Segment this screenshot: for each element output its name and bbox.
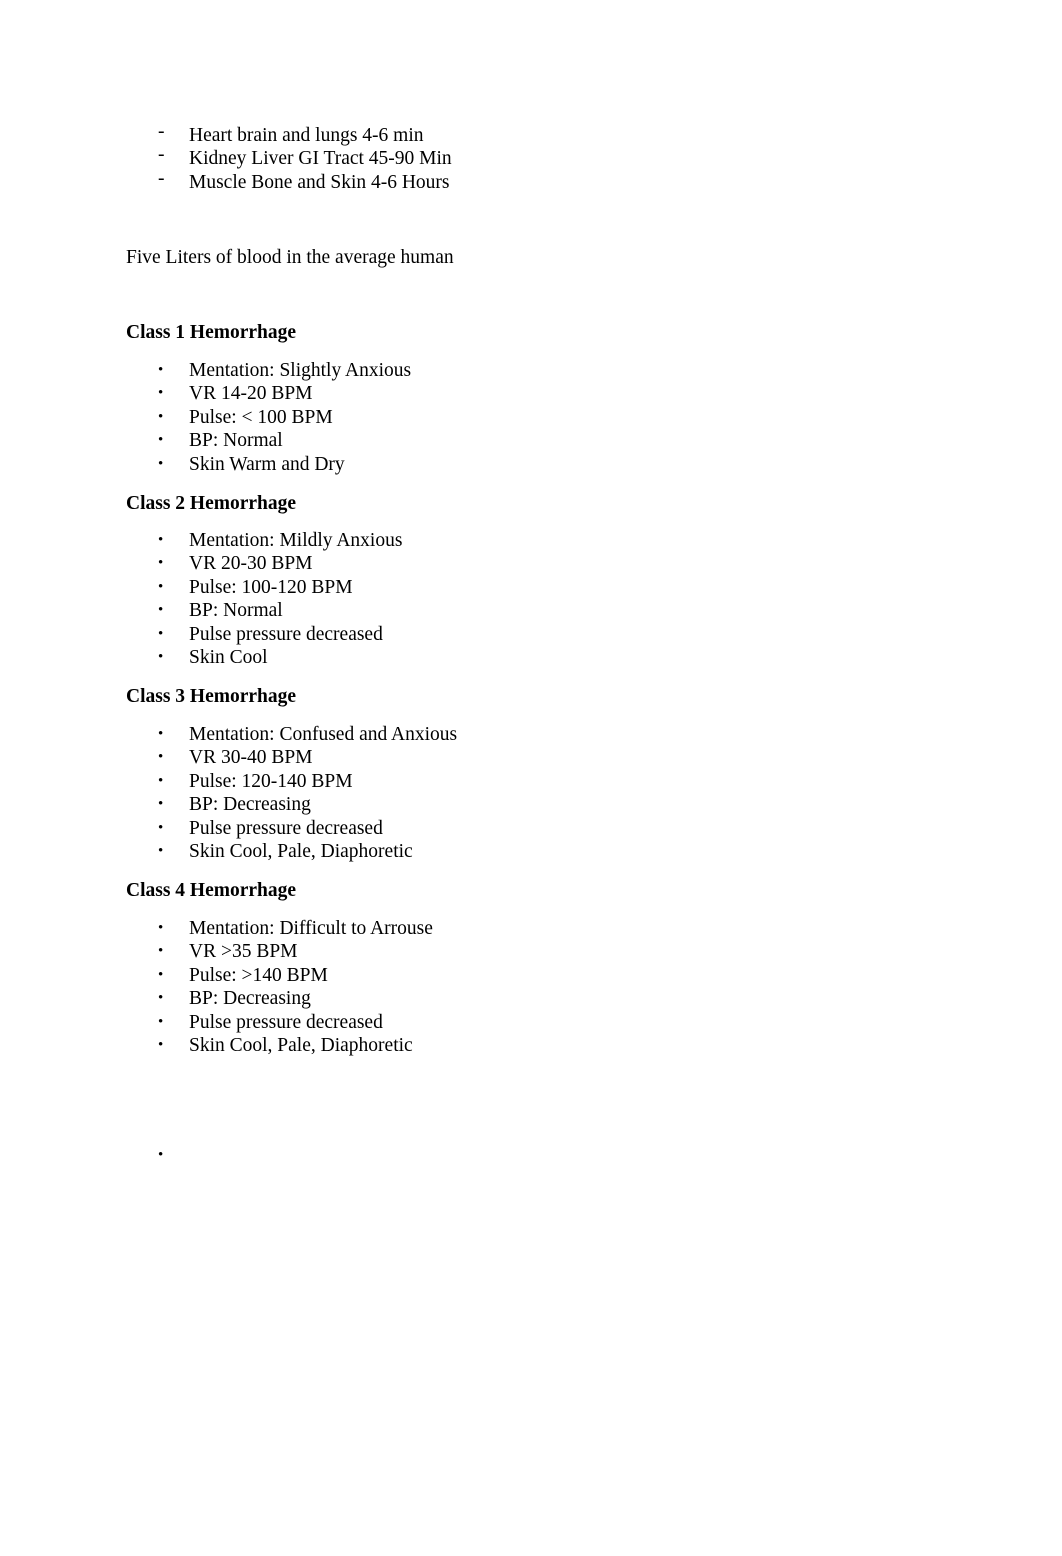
list-item-label: BP: Decreasing: [189, 794, 311, 816]
bullet-icon: •: [158, 772, 164, 789]
dash-bullet-icon: -: [158, 167, 165, 189]
list-item-label: Skin Cool, Pale, Diaphoretic: [189, 1034, 413, 1056]
class-2-list: • Mentation: Mildly Anxious • VR 20-30 BPM •…: [126, 531, 402, 671]
bullet-icon: •: [158, 648, 164, 665]
list-item: • VR 20-30 BPM: [126, 554, 402, 577]
list-item-label: Pulse pressure decreased: [189, 817, 383, 839]
bullet-icon: •: [158, 555, 164, 572]
class-1-list: • Mentation: Slightly Anxious • VR 14-20 BP…: [126, 361, 411, 478]
list-item: • BP: Normal: [126, 431, 411, 454]
list-item: • Skin Cool, Pale, Diaphoretic: [126, 842, 457, 865]
list-item-label: BP: Normal: [189, 430, 283, 452]
document-page: - Heart brain and lungs 4-6 min - Kidney Li…: [0, 0, 1062, 1556]
bullet-icon: •: [158, 749, 164, 766]
list-item-label: Mentation: Slightly Anxious: [189, 360, 412, 381]
list-item: • Skin Cool: [126, 648, 402, 671]
list-item-label: VR 14-20 BPM: [189, 383, 313, 405]
list-item: - Muscle Bone and Skin 4-6 Hours: [126, 169, 452, 196]
list-item-label: Mentation: Difficult to Arrouse: [189, 918, 433, 939]
bullet-icon: •: [158, 385, 164, 402]
bullet-icon: •: [158, 578, 164, 595]
list-item: - Heart brain and lungs 4-6 min: [126, 122, 452, 149]
list-item-label: VR 30-40 BPM: [189, 747, 313, 769]
list-item: • Skin Cool, Pale, Diaphoretic: [126, 1036, 433, 1059]
bullet-icon: •: [158, 796, 164, 813]
list-item: • VR 14-20 BPM: [126, 384, 411, 407]
list-item: • Skin Warm and Dry: [126, 455, 411, 478]
list-item-label: BP: Normal: [189, 600, 283, 622]
perfusion-time-list: - Heart brain and lungs 4-6 min - Kidney Li…: [126, 122, 452, 196]
list-item-label: VR >35 BPM: [189, 941, 298, 963]
list-item-label: Pulse pressure decreased: [189, 623, 383, 645]
list-item: • Pulse pressure decreased: [126, 819, 457, 842]
bullet-icon: •: [158, 920, 164, 936]
bullet-icon: •: [158, 990, 164, 1007]
list-item: • Mentation: Slightly Anxious: [126, 361, 411, 384]
list-item-label: Pulse: 120-140 BPM: [189, 770, 353, 792]
list-item-label: Pulse: 100-120 BPM: [189, 576, 353, 598]
class-4-heading: Class 4 Hemorrhage: [126, 880, 297, 901]
list-item-label: Skin Cool: [189, 646, 268, 668]
class-3-heading: Class 3 Hemorrhage: [126, 686, 297, 707]
list-item: • Pulse pressure decreased: [126, 1013, 433, 1036]
bullet-icon: •: [158, 966, 164, 983]
bullet-icon: •: [158, 1147, 164, 1163]
class-1-heading: Class 1 Hemorrhage: [126, 322, 297, 343]
list-item: • Pulse: >140 BPM: [126, 966, 433, 989]
bullet-icon: •: [158, 602, 164, 619]
list-item-label: Heart brain and lungs 4-6 min: [189, 125, 424, 146]
list-item-label: Skin Warm and Dry: [189, 453, 345, 475]
list-item: • Mentation: Mildly Anxious: [126, 531, 402, 554]
list-item: • Pulse: 120-140 BPM: [126, 772, 457, 795]
list-item: - Kidney Liver GI Tract 45-90 Min: [126, 145, 452, 172]
list-item: • Pulse pressure decreased: [126, 625, 402, 648]
list-item: • VR 30-40 BPM: [126, 748, 457, 771]
list-item-label: Kidney Liver GI Tract 45-90 Min: [189, 148, 452, 170]
list-item-label: Pulse pressure decreased: [189, 1011, 383, 1033]
dash-bullet-icon: -: [158, 121, 165, 142]
class-4-list: • Mentation: Difficult to Arrouse • VR >35 …: [126, 919, 433, 1059]
list-item-label: Pulse: >140 BPM: [189, 964, 328, 986]
bullet-icon: •: [158, 943, 164, 960]
list-item: • VR >35 BPM: [126, 942, 433, 965]
list-item: • Mentation: Confused and Anxious: [126, 725, 457, 748]
list-item: • BP: Normal: [126, 601, 402, 624]
list-item: • Pulse: 100-120 BPM: [126, 578, 402, 601]
list-item: • Mentation: Difficult to Arrouse: [126, 919, 433, 942]
list-item-label: VR 20-30 BPM: [189, 553, 313, 575]
list-item-label: Pulse: < 100 BPM: [189, 406, 333, 428]
class-2-heading: Class 2 Hemorrhage: [126, 493, 297, 514]
list-item: • Pulse: < 100 BPM: [126, 408, 411, 431]
list-item: • BP: Decreasing: [126, 989, 433, 1012]
class-3-list: • Mentation: Confused and Anxious • VR 30-4…: [126, 725, 457, 865]
list-item-label: Mentation: Confused and Anxious: [189, 724, 458, 745]
list-item-label: BP: Decreasing: [189, 988, 311, 1010]
bullet-icon: •: [158, 432, 164, 449]
bullet-icon: •: [158, 532, 164, 548]
bullet-icon: •: [158, 1013, 164, 1030]
bullet-icon: •: [158, 726, 164, 742]
list-item-label: Mentation: Mildly Anxious: [189, 530, 403, 551]
bullet-icon: •: [158, 362, 164, 378]
blood-volume-note: Five Liters of blood in the average huma…: [126, 247, 454, 268]
list-item: • BP: Decreasing: [126, 795, 457, 818]
dash-bullet-icon: -: [158, 144, 165, 166]
bullet-icon: •: [158, 408, 164, 425]
list-item-label: Muscle Bone and Skin 4-6 Hours: [189, 171, 450, 193]
bullet-icon: •: [158, 1036, 164, 1053]
bullet-icon: •: [158, 842, 164, 859]
bullet-icon: •: [158, 625, 164, 642]
list-item-label: Skin Cool, Pale, Diaphoretic: [189, 840, 413, 862]
bullet-icon: •: [158, 455, 164, 472]
bullet-icon: •: [158, 819, 164, 836]
